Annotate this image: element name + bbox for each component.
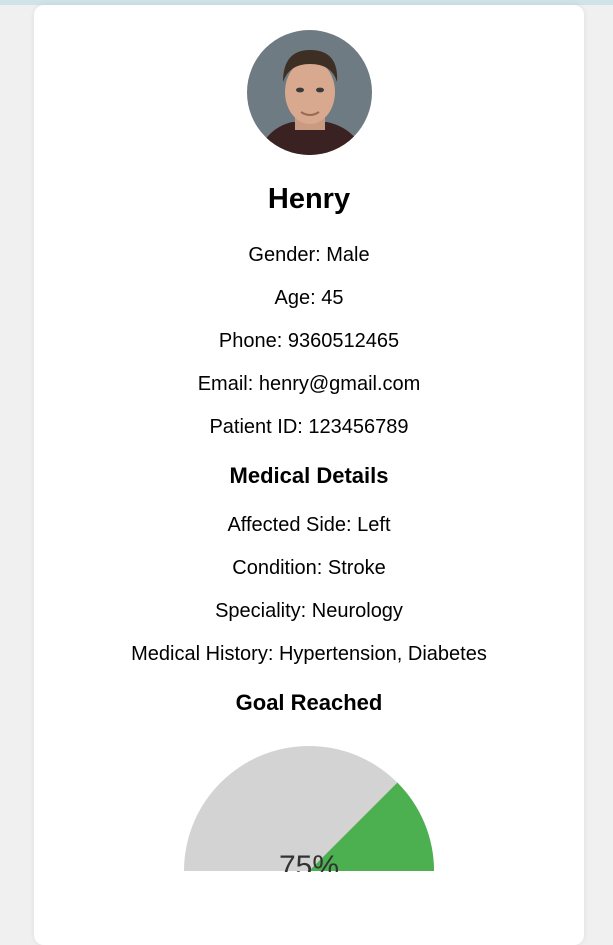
medical-details-heading: Medical Details: [229, 463, 389, 488]
avatar-portrait-icon: [247, 30, 372, 155]
goal-reached-heading: Goal Reached: [235, 690, 383, 715]
patient-name: Henry: [267, 183, 351, 215]
email-text: Email: henry@gmail.com: [197, 373, 421, 395]
age-text: Age: 45: [274, 287, 344, 309]
patient-id-text: Patient ID: 123456789: [209, 416, 409, 438]
gender-text: Gender: Male: [248, 244, 370, 266]
goal-gauge: 75%: [180, 732, 438, 872]
condition-text: Condition: Stroke: [232, 557, 386, 579]
phone-text: Phone: 9360512465: [218, 330, 400, 352]
gauge-value-text: 75%: [278, 850, 340, 872]
patient-card: Henry Gender: Male Age: 45 Phone: 936051…: [34, 5, 584, 945]
affected-side-text: Affected Side: Left: [227, 514, 391, 536]
medical-history-text: Medical History: Hypertension, Diabetes: [131, 643, 487, 665]
avatar: [247, 30, 372, 155]
speciality-text: Speciality: Neurology: [215, 600, 403, 622]
